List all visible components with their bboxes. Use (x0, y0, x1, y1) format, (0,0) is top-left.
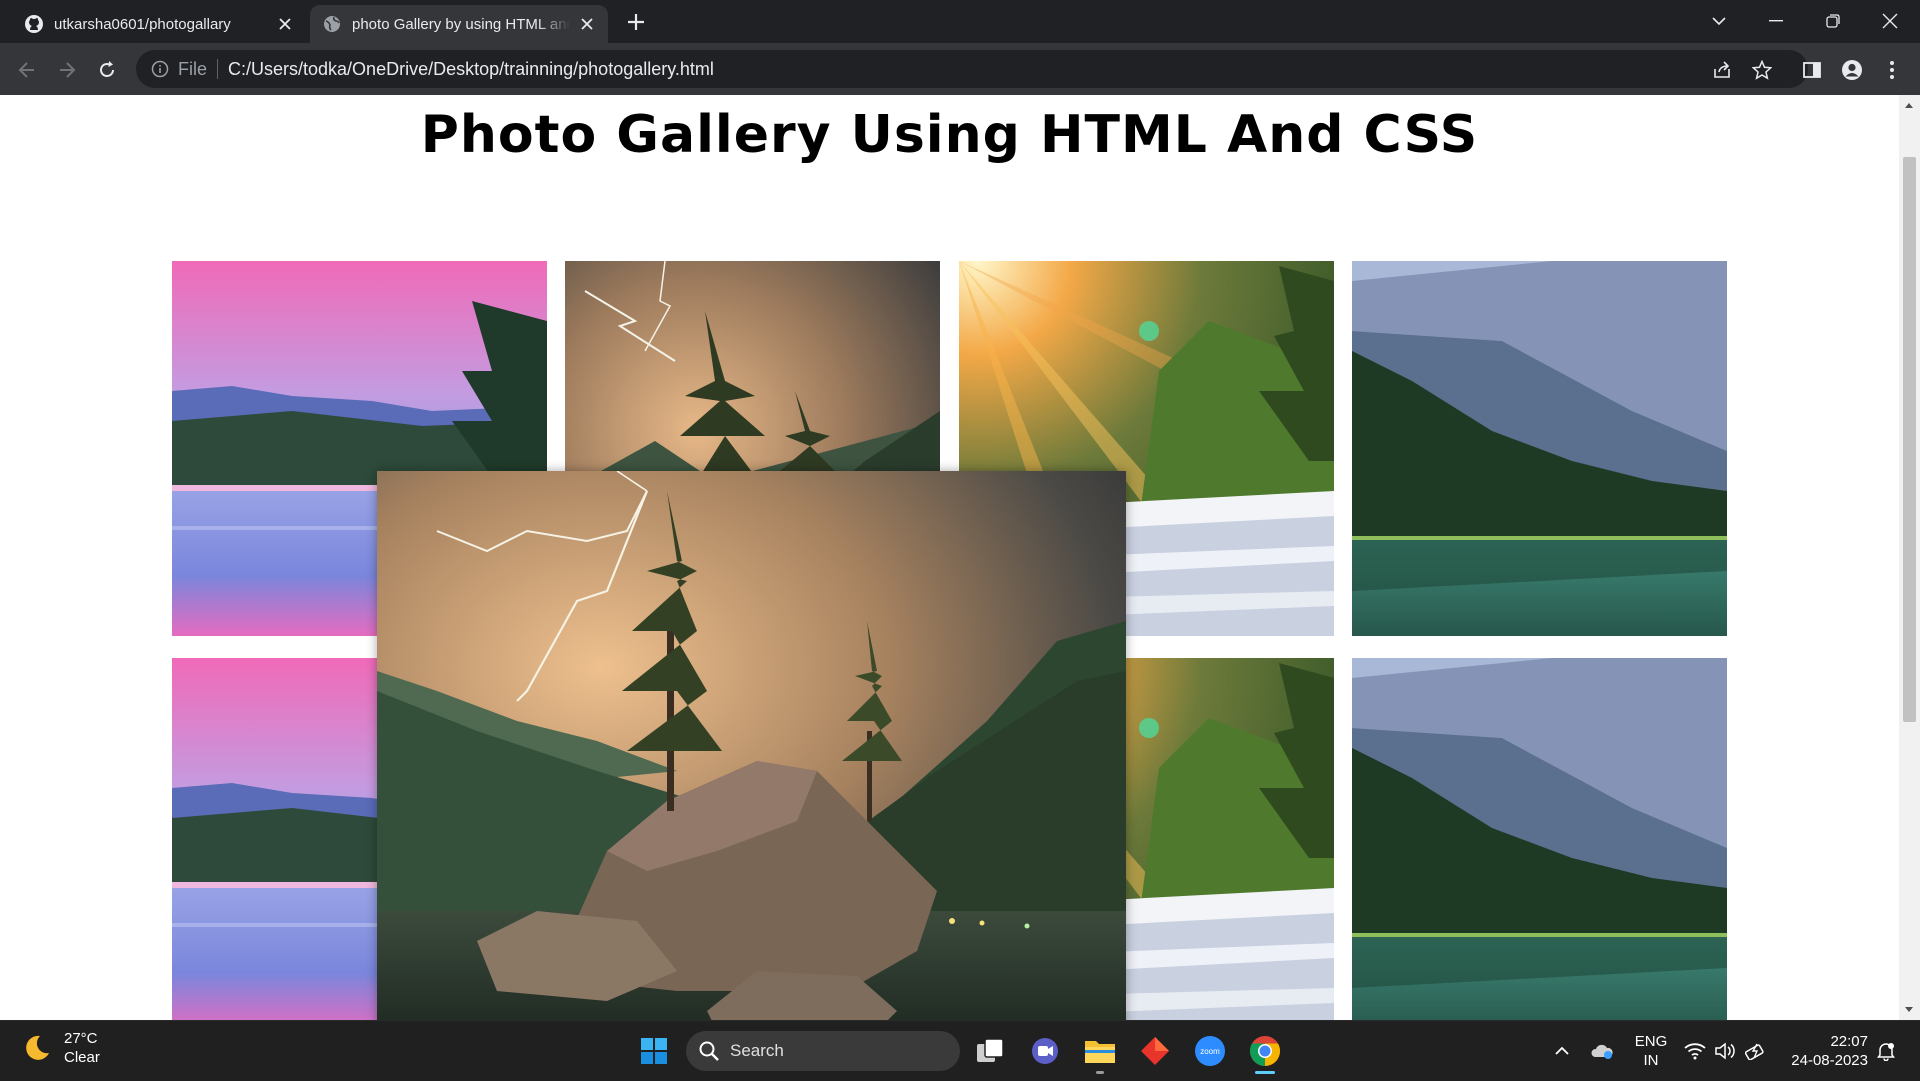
clock-time: 22:07 (1830, 1033, 1868, 1050)
tab-photo-gallery[interactable]: photo Gallery by using HTML and CSS (310, 5, 608, 43)
battery-charging-icon[interactable] (1738, 1031, 1774, 1071)
language-region: IN (1643, 1052, 1659, 1069)
search-placeholder: Search (730, 1041, 784, 1060)
github-icon (24, 14, 44, 34)
tab-title: utkarsha0601/photogallary (54, 15, 231, 33)
weather-temperature: 27°C (64, 1030, 98, 1047)
restore-icon[interactable] (1813, 6, 1853, 36)
site-info-icon[interactable] (150, 59, 170, 79)
gallery-photo-zoomed-lightning-trees[interactable] (377, 471, 1126, 1020)
weather-widget[interactable]: 27°C Clear (22, 1029, 100, 1067)
close-window-icon[interactable] (1870, 6, 1910, 36)
scrollbar-thumb[interactable] (1903, 157, 1916, 722)
svg-text:zoom: zoom (1200, 1047, 1220, 1056)
clock[interactable]: 22:07 24-08-2023 (1778, 1032, 1868, 1070)
windows-taskbar: 27°C Clear Search zoom ENG IN 22:07 24-0… (0, 1020, 1920, 1081)
tab-search-chevron-icon[interactable] (1699, 6, 1739, 36)
profile-avatar-icon[interactable] (1837, 55, 1867, 85)
page-viewport: Photo Gallery Using HTML And CSS (0, 95, 1899, 1020)
url-text[interactable]: C:/Users/todka/OneDrive/Desktop/trainnin… (228, 59, 714, 80)
tray-overflow-chevron-icon[interactable] (1542, 1031, 1582, 1071)
clock-date: 24-08-2023 (1791, 1052, 1868, 1069)
browser-tab-strip: utkarsha0601/photogallary photo Gallery … (0, 0, 1920, 43)
tab-github[interactable]: utkarsha0601/photogallary (12, 5, 306, 43)
running-indicator (1096, 1071, 1104, 1074)
forward-arrow-icon[interactable] (52, 55, 82, 85)
notification-bell-icon[interactable] (1868, 1031, 1904, 1071)
minimize-icon[interactable] (1756, 6, 1796, 36)
task-view-icon[interactable] (971, 1031, 1011, 1071)
language-indicator[interactable]: ENG IN (1628, 1032, 1674, 1070)
zoom-icon[interactable]: zoom (1190, 1031, 1230, 1071)
url-scheme-label: File (178, 58, 208, 79)
side-panel-icon[interactable] (1797, 55, 1827, 85)
omnibox-divider (217, 59, 219, 79)
taskbar-search-box[interactable]: Search (686, 1031, 960, 1071)
app-diamond-icon[interactable] (1135, 1031, 1175, 1071)
windows-start-icon[interactable] (634, 1031, 674, 1071)
share-icon[interactable] (1707, 55, 1737, 85)
search-icon (698, 1040, 720, 1062)
browser-toolbar: File C:/Users/todka/OneDrive/Desktop/tra… (0, 43, 1920, 95)
scroll-down-arrow-icon[interactable] (1905, 1007, 1913, 1012)
moon-icon (22, 1033, 52, 1063)
language-code: ENG (1634, 1033, 1668, 1050)
close-tab-icon[interactable] (276, 15, 294, 33)
file-explorer-icon[interactable] (1080, 1031, 1120, 1071)
weather-condition: Clear (64, 1049, 100, 1066)
chrome-icon[interactable] (1245, 1031, 1285, 1071)
page-title: Photo Gallery Using HTML And CSS (420, 105, 1479, 165)
back-arrow-icon[interactable] (12, 55, 42, 85)
reload-icon[interactable] (92, 55, 122, 85)
page-scrollbar[interactable] (1899, 95, 1920, 1020)
scroll-up-arrow-icon[interactable] (1905, 103, 1913, 108)
gallery-photo-mountain-forest-lake[interactable] (1352, 261, 1727, 636)
address-bar[interactable]: File C:/Users/todka/OneDrive/Desktop/tra… (136, 50, 1808, 88)
active-app-indicator (1255, 1071, 1275, 1074)
close-tab-icon[interactable] (578, 15, 596, 33)
new-tab-plus-icon[interactable] (624, 10, 648, 34)
globe-icon (322, 14, 342, 34)
tab-title: photo Gallery by using HTML and CSS (352, 15, 570, 33)
onedrive-sync-icon[interactable] (1582, 1031, 1622, 1071)
menu-kebab-icon[interactable] (1877, 55, 1907, 85)
bookmark-star-icon[interactable] (1747, 55, 1777, 85)
gallery-photo-mountain-forest-lake[interactable] (1352, 658, 1727, 1020)
meet-icon[interactable] (1025, 1031, 1065, 1071)
